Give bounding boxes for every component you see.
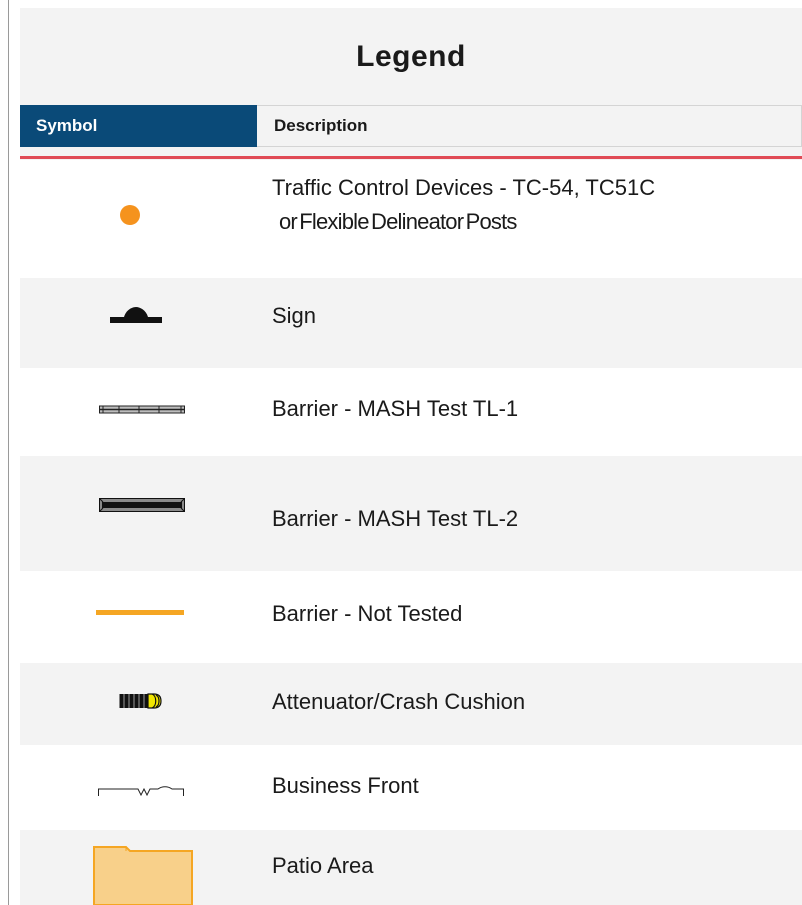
legend-row-description: Barrier - MASH Test TL-2 bbox=[272, 506, 519, 531]
attenuator-description: Attenuator/Crash Cushion bbox=[272, 689, 526, 714]
legend-row-barrier-tl2: Barrier - MASH Test TL-2 bbox=[20, 456, 802, 571]
legend-row-traffic-control: Traffic Control Devices - TC-54, TC51C o… bbox=[20, 160, 802, 278]
legend-row-description: Attenuator/Crash Cushion bbox=[272, 685, 525, 719]
legend-header-row: Symbol Description bbox=[20, 105, 802, 147]
legend-title: Legend bbox=[356, 40, 466, 73]
business-front-icon bbox=[98, 786, 184, 797]
left-border bbox=[8, 0, 9, 905]
legend-row-patio-area: Patio Area bbox=[20, 830, 802, 905]
legend-row-description: Business Front bbox=[272, 773, 419, 798]
legend-row-barrier-not-tested: Barrier - Not Tested bbox=[20, 571, 802, 663]
sign-icon bbox=[110, 307, 162, 323]
barrier-not-tested-icon bbox=[96, 610, 184, 615]
legend-panel: Legend Symbol Description Traffic Contro… bbox=[20, 8, 802, 905]
legend-row-description: Patio Area bbox=[272, 853, 374, 878]
legend-row-description: Sign bbox=[272, 303, 317, 328]
barrier-tl1-icon bbox=[99, 405, 185, 414]
legend-row-sign: Sign bbox=[20, 278, 802, 368]
symbol-column-header: Symbol bbox=[20, 105, 257, 147]
barrier-tl2-icon bbox=[99, 498, 185, 512]
legend-row-description: Barrier - Not Tested bbox=[272, 601, 463, 626]
traffic-control-device-dot-icon bbox=[120, 205, 140, 225]
legend-row-description: Barrier - MASH Test TL-1 bbox=[272, 396, 519, 421]
description-column-header: Description bbox=[257, 105, 802, 147]
attenuator-icon bbox=[119, 693, 162, 709]
legend-row-description: Traffic Control Devices - TC-54, TC51C o… bbox=[272, 171, 655, 239]
legend-row-barrier-tl1: Barrier - MASH Test TL-1 bbox=[20, 368, 802, 456]
patio-area-icon bbox=[93, 846, 193, 905]
legend-row-business-front: Business Front bbox=[20, 745, 802, 830]
header-divider bbox=[20, 156, 802, 159]
description-line-1: Traffic Control Devices - TC-54, TC51C bbox=[272, 175, 656, 200]
legend-row-attenuator: Attenuator/Crash Cushion bbox=[20, 663, 802, 745]
description-line-2: or Flexible Delineator Posts bbox=[279, 209, 517, 234]
